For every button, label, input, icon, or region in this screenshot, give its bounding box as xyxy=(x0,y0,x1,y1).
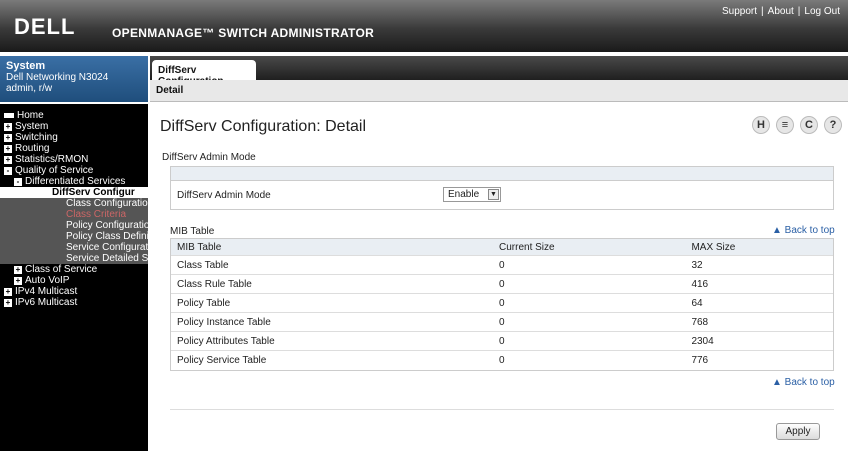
nav-switching[interactable]: + Switching xyxy=(0,132,148,143)
table-row: Policy Service Table 0 776 xyxy=(177,355,709,366)
back-to-top-link[interactable]: ▲ Back to top xyxy=(772,225,835,236)
collapse-icon[interactable]: - xyxy=(4,166,12,175)
table-row: Policy Table 0 64 xyxy=(171,294,833,313)
nav-ipv6-multicast[interactable]: + IPv6 Multicast xyxy=(0,297,148,308)
admin-mode-label: DiffServ Admin Mode xyxy=(177,190,271,201)
tab-detail[interactable]: Detail xyxy=(156,85,183,96)
collapse-icon[interactable]: - xyxy=(14,177,22,186)
print-icon[interactable]: ≡ xyxy=(776,116,794,134)
refresh-icon[interactable]: C xyxy=(800,116,818,134)
back-to-top-link-bottom[interactable]: ▲ Back to top xyxy=(772,377,835,388)
table-row: Policy Instance Table 0 768 xyxy=(171,313,833,332)
nav-system[interactable]: + System xyxy=(0,121,148,132)
nav-policy-class[interactable]: Policy Class Definit xyxy=(0,231,148,242)
dell-logo: DELL xyxy=(14,14,76,39)
nav-home[interactable]: Home xyxy=(0,110,148,121)
admin-mode-box: DiffServ Admin Mode Enable ▼ xyxy=(170,166,834,210)
nav-ipv4-multicast[interactable]: + IPv4 Multicast xyxy=(0,286,148,297)
expand-icon[interactable]: + xyxy=(4,287,12,296)
tab-diffserv-config[interactable]: DiffServ Configuration xyxy=(152,60,256,87)
expand-icon[interactable]: + xyxy=(14,276,22,285)
system-info-panel: System Dell Networking N3024 admin, r/w xyxy=(0,56,148,102)
table-header: MIB Table Current Size MAX Size xyxy=(171,239,833,256)
expand-icon[interactable]: + xyxy=(4,298,12,307)
table-row: Class Rule Table 0 416 xyxy=(171,275,833,294)
top-links: Support | About | Log Out xyxy=(722,6,840,17)
nav-auto-voip[interactable]: + Auto VoIP xyxy=(0,275,148,286)
nav-diffserv[interactable]: - Differentiated Services xyxy=(0,176,148,187)
device-name: Dell Networking N3024 xyxy=(6,72,109,83)
expand-icon[interactable]: + xyxy=(14,265,22,274)
nav-class-criteria[interactable]: Class Criteria xyxy=(0,209,148,220)
nav-routing[interactable]: + Routing xyxy=(0,143,148,154)
help-book-icon[interactable]: H xyxy=(752,116,770,134)
table-row: Class Table 0 32 xyxy=(171,256,833,275)
expand-icon[interactable]: + xyxy=(4,144,12,153)
nav-statistics[interactable]: + Statistics/RMON xyxy=(0,154,148,165)
expand-icon[interactable]: + xyxy=(4,155,12,164)
nav-diffserv-config[interactable]: DiffServ Configur xyxy=(0,187,148,198)
chevron-down-icon: ▼ xyxy=(488,189,499,200)
home-icon xyxy=(4,113,14,118)
apply-button[interactable]: Apply xyxy=(776,423,820,440)
mib-section-title: MIB Table xyxy=(170,226,215,237)
support-link[interactable]: Support xyxy=(722,6,757,17)
help-icon[interactable]: ? xyxy=(824,116,842,134)
toolbar: H ≡ C ? xyxy=(752,116,842,134)
nav-qos[interactable]: - Quality of Service xyxy=(0,165,148,176)
app-title: OPENMANAGE™ SWITCH ADMINISTRATOR xyxy=(112,26,375,40)
nav-service-config[interactable]: Service Configuratio xyxy=(0,242,148,253)
admin-mode-select[interactable]: Enable ▼ xyxy=(443,187,501,202)
page-title: DiffServ Configuration: Detail xyxy=(160,118,367,135)
expand-icon[interactable]: + xyxy=(4,133,12,142)
logout-link[interactable]: Log Out xyxy=(804,6,840,17)
nav-service-detailed[interactable]: Service Detailed St xyxy=(0,253,148,264)
about-link[interactable]: About xyxy=(768,6,794,17)
divider xyxy=(170,409,834,410)
table-row: Policy Attributes Table 0 2304 xyxy=(171,332,833,351)
nav-tree: Home + System + Switching + Routing + Statis… xyxy=(0,104,148,451)
user-info: admin, r/w xyxy=(6,83,53,94)
nav-class-config[interactable]: Class Configuration xyxy=(0,198,148,209)
mib-table: MIB Table Current Size MAX Size Class Ta… xyxy=(170,238,834,371)
sub-tab-bar: Detail xyxy=(150,80,848,102)
nav-policy-config[interactable]: Policy Configuration xyxy=(0,220,148,231)
expand-icon[interactable]: + xyxy=(4,122,12,131)
nav-class-of-service[interactable]: + Class of Service xyxy=(0,264,148,275)
system-title: System xyxy=(6,60,46,72)
admin-mode-section-title: DiffServ Admin Mode xyxy=(162,152,256,163)
app-header: DELL OPENMANAGE™ SWITCH ADMINISTRATOR Su… xyxy=(0,0,848,52)
tab-bar: DiffServ Configuration xyxy=(150,56,848,87)
